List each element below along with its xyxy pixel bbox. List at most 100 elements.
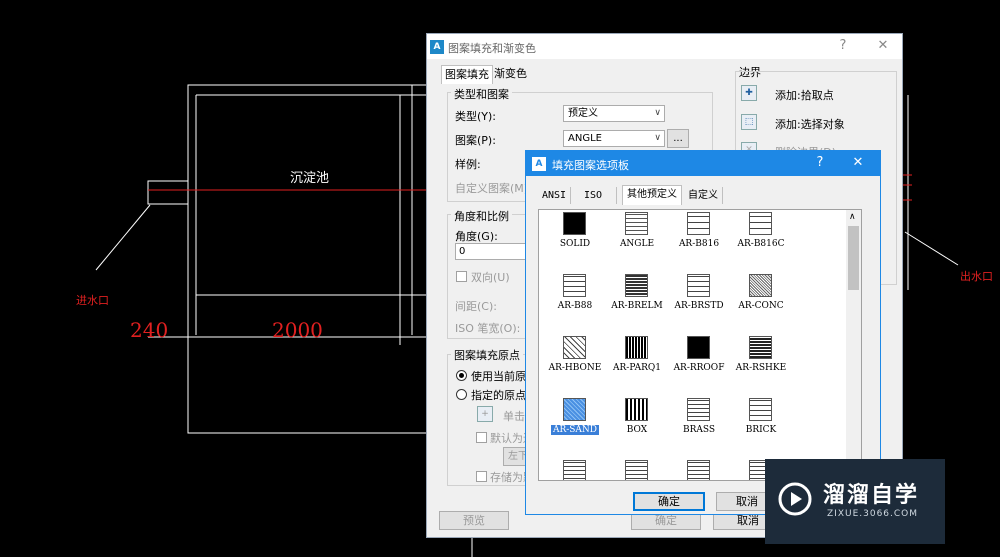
specified-origin-label: 指定的原点 bbox=[471, 389, 526, 402]
play-logo-icon bbox=[778, 482, 812, 516]
pattern-item[interactable]: AR-B88 bbox=[543, 274, 607, 334]
pattern-name: SOLID bbox=[559, 239, 591, 249]
store-default-checkbox[interactable] bbox=[476, 471, 487, 482]
tab-gradient[interactable]: 渐变色 bbox=[491, 65, 530, 83]
pattern-item[interactable]: AR-CONC bbox=[729, 274, 793, 334]
pattern-swatch bbox=[687, 274, 710, 297]
pattern-swatch bbox=[749, 336, 772, 359]
pattern-swatch[interactable] bbox=[687, 460, 710, 480]
pattern-name: BOX bbox=[626, 425, 648, 435]
pattern-item[interactable]: AR-BRSTD bbox=[667, 274, 731, 334]
sample-label: 样例: bbox=[455, 158, 481, 171]
pattern-swatch bbox=[687, 398, 710, 421]
pick-point-icon[interactable]: ✚ bbox=[741, 85, 757, 101]
inlet-leader bbox=[95, 204, 151, 271]
inlet-label: 进水口 bbox=[76, 294, 109, 307]
dialog-titlebar[interactable]: A 图案填充和渐变色 ? ✕ bbox=[427, 34, 902, 59]
pattern-swatch bbox=[563, 274, 586, 297]
palette-close-icon[interactable]: ✕ bbox=[846, 154, 870, 172]
pattern-name: AR-HBONE bbox=[548, 363, 602, 373]
pattern-select[interactable]: ANGLE ∨ bbox=[563, 130, 665, 147]
pattern-item[interactable]: BRASS bbox=[667, 398, 731, 458]
tank-outline bbox=[187, 84, 449, 434]
pattern-name: AR-PARQ1 bbox=[613, 363, 661, 373]
pattern-item[interactable]: AR-BRELM bbox=[605, 274, 669, 334]
inlet-pipe bbox=[147, 180, 189, 205]
watermark-brand: 溜溜自学 bbox=[823, 483, 920, 508]
scroll-thumb[interactable] bbox=[848, 226, 859, 290]
pattern-swatch[interactable] bbox=[563, 460, 586, 480]
pattern-swatch bbox=[687, 336, 710, 359]
double-label: 双向(U) bbox=[471, 271, 510, 284]
pattern-name: AR-RROOF bbox=[673, 363, 725, 373]
pattern-item[interactable]: AR-B816C bbox=[729, 212, 793, 272]
custom-pattern-label: 自定义图案(M) bbox=[455, 182, 529, 195]
pattern-item[interactable]: AR-SAND bbox=[543, 398, 607, 458]
tab-custom[interactable]: 自定义 bbox=[684, 187, 723, 204]
pattern-item[interactable]: AR-RSHKE bbox=[729, 336, 793, 396]
chevron-down-icon: ∨ bbox=[654, 108, 661, 118]
tab-hatch[interactable]: 图案填充 bbox=[441, 65, 493, 84]
pattern-item[interactable]: SOLID bbox=[543, 212, 607, 272]
add-pick-points-button[interactable]: 添加:拾取点 bbox=[775, 87, 834, 103]
type-select[interactable]: 预定义 ∨ bbox=[563, 105, 665, 122]
pattern-label: 图案(P): bbox=[455, 134, 496, 147]
pattern-name: AR-SAND bbox=[551, 425, 599, 435]
double-checkbox[interactable] bbox=[456, 271, 467, 282]
click-set-origin-label: 单击 bbox=[503, 410, 525, 423]
pattern-item[interactable]: ANGLE bbox=[605, 212, 669, 272]
default-extents-checkbox[interactable] bbox=[476, 432, 487, 443]
add-select-objects-button[interactable]: 添加:选择对象 bbox=[775, 116, 845, 132]
pattern-swatch bbox=[563, 336, 586, 359]
pattern-item[interactable]: BRICK bbox=[729, 398, 793, 458]
palette-title: 填充图案选项板 bbox=[552, 159, 629, 172]
tab-ansi[interactable]: ANSI bbox=[538, 187, 572, 204]
autocad-app-icon: A bbox=[532, 157, 546, 171]
pattern-item[interactable]: AR-B816 bbox=[667, 212, 731, 272]
pattern-name: BRICK bbox=[745, 425, 777, 435]
watermark: 溜溜自学 ZIXUE.3066.COM bbox=[765, 459, 945, 544]
pattern-item[interactable]: AR-RROOF bbox=[667, 336, 731, 396]
help-button[interactable]: ? bbox=[831, 37, 855, 55]
outlet-label: 出水口 bbox=[960, 270, 993, 283]
watermark-url: ZIXUE.3066.COM bbox=[827, 509, 919, 519]
chevron-down-icon: ∨ bbox=[654, 133, 661, 143]
pattern-list[interactable]: SOLID ANGLE AR-B816 AR-B816C AR-B88 AR-BRELM A… bbox=[538, 209, 862, 481]
use-current-origin-radio[interactable] bbox=[456, 370, 467, 381]
angle-input[interactable]: 0 bbox=[455, 243, 527, 260]
select-objects-icon[interactable]: ⬚ bbox=[741, 114, 757, 130]
browse-pattern-button[interactable]: ... bbox=[667, 129, 689, 148]
iso-pen-width-label: ISO 笔宽(O): bbox=[455, 322, 521, 335]
palette-titlebar[interactable]: A 填充图案选项板 ? ✕ bbox=[526, 151, 880, 176]
spacing-label: 间距(C): bbox=[455, 300, 497, 313]
pattern-item[interactable]: AR-HBONE bbox=[543, 336, 607, 396]
close-icon[interactable]: ✕ bbox=[871, 37, 895, 55]
palette-ok-button[interactable]: 确定 bbox=[633, 492, 705, 511]
pattern-swatch bbox=[563, 398, 586, 421]
dim-left-label: 240 bbox=[130, 318, 169, 342]
pattern-swatch bbox=[625, 398, 648, 421]
pattern-item[interactable]: BOX bbox=[605, 398, 669, 458]
angle-scale-label: 角度和比例 bbox=[451, 208, 512, 224]
scroll-up-icon[interactable]: ∧ bbox=[849, 212, 856, 222]
autocad-app-icon: A bbox=[430, 40, 444, 54]
pattern-list-scrollbar[interactable]: ∧ bbox=[846, 210, 861, 480]
pattern-swatch bbox=[625, 336, 648, 359]
pattern-item[interactable]: AR-PARQ1 bbox=[605, 336, 669, 396]
pattern-swatch[interactable] bbox=[625, 460, 648, 480]
tab-other-predefined[interactable]: 其他预定义 bbox=[622, 185, 682, 205]
preview-button[interactable]: 预览 bbox=[439, 511, 509, 530]
pattern-swatch bbox=[625, 274, 648, 297]
specified-origin-radio[interactable] bbox=[456, 389, 467, 400]
tab-iso[interactable]: ISO bbox=[580, 187, 617, 204]
click-set-origin-icon[interactable]: + bbox=[477, 406, 493, 422]
type-pattern-label: 类型和图案 bbox=[451, 86, 512, 102]
pattern-name: BRASS bbox=[682, 425, 716, 435]
palette-help-button[interactable]: ? bbox=[808, 154, 832, 172]
type-label: 类型(Y): bbox=[455, 110, 497, 123]
dialog-title: 图案填充和渐变色 bbox=[448, 42, 536, 55]
pattern-name: AR-CONC bbox=[738, 301, 784, 311]
pattern-swatch bbox=[687, 212, 710, 235]
hatch-origin-label: 图案填充原点 bbox=[451, 347, 523, 363]
outlet-leader bbox=[904, 231, 959, 266]
